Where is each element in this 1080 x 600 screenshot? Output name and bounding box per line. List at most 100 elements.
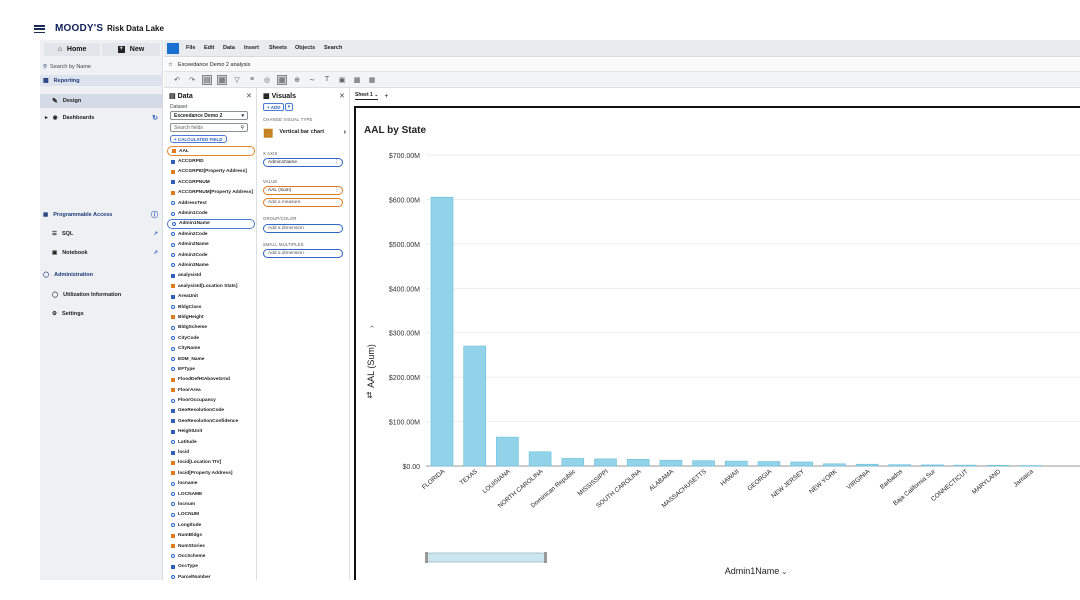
- field-item[interactable]: BldgClass: [167, 302, 255, 312]
- bar[interactable]: [986, 465, 1010, 467]
- field-item[interactable]: Admin2Name: [167, 240, 255, 250]
- field-item[interactable]: Latitude: [167, 437, 255, 447]
- bar[interactable]: [626, 459, 650, 467]
- info-icon[interactable]: ⓘ: [151, 210, 158, 220]
- field-item[interactable]: locid[Property Address]: [167, 468, 255, 478]
- search-by-name-input[interactable]: ⚲ Search by Name: [40, 61, 163, 72]
- nav-dashboards[interactable]: ▸ ◉ Dashboards ↻: [40, 112, 163, 123]
- image-icon[interactable]: ▣: [337, 75, 347, 85]
- field-item[interactable]: AreaUnit: [167, 291, 255, 301]
- field-item[interactable]: ParcelNumber: [167, 572, 255, 580]
- bar[interactable]: [724, 460, 748, 467]
- line-icon[interactable]: ∼: [307, 75, 317, 85]
- field-item[interactable]: analysisId: [167, 271, 255, 281]
- external-link-icon[interactable]: ↗: [153, 250, 158, 256]
- field-item[interactable]: ACCGRPNUM[Property Address]: [167, 188, 255, 198]
- chart-icon[interactable]: ▩: [352, 75, 362, 85]
- field-item[interactable]: GeoResolutionCode: [167, 406, 255, 416]
- bar[interactable]: [855, 463, 879, 467]
- field-item[interactable]: BldgScheme: [167, 323, 255, 333]
- field-item[interactable]: CityCode: [167, 333, 255, 343]
- field-item[interactable]: locid[Location TIV]: [167, 458, 255, 468]
- calculated-field-button[interactable]: + CALCULATED FIELD: [170, 135, 227, 143]
- field-item[interactable]: FloorOccupancy: [167, 395, 255, 405]
- field-item[interactable]: FloodDefHtAboveGrnd: [167, 375, 255, 385]
- field-item[interactable]: NumBldgs: [167, 530, 255, 540]
- nav-sql[interactable]: ☰ SQL ↗: [40, 228, 163, 239]
- bar[interactable]: [953, 464, 977, 467]
- bar[interactable]: [757, 461, 781, 467]
- field-item[interactable]: GeoResolutionConfidence: [167, 416, 255, 426]
- field-item[interactable]: FloorArea: [167, 385, 255, 395]
- field-item[interactable]: LOCNAME: [167, 489, 255, 499]
- field-item[interactable]: HeightUnit: [167, 427, 255, 437]
- tab-sheet-1[interactable]: Sheet 1 ⌄: [355, 92, 379, 100]
- nav-notebook[interactable]: ▣ Notebook ↗: [40, 247, 163, 258]
- field-item[interactable]: ACCGRPID: [167, 156, 255, 166]
- field-item[interactable]: ACCGRPNUM: [167, 177, 255, 187]
- value-well[interactable]: AAL (Sum) ⋮: [263, 186, 343, 195]
- visual-type-select[interactable]: ▩ Vertical bar chart ›: [263, 124, 346, 140]
- bar[interactable]: [1019, 465, 1042, 467]
- nav-programmable-access[interactable]: ▦ Programmable Access ⓘ: [40, 209, 163, 221]
- parameters-icon[interactable]: ≡: [247, 75, 257, 85]
- menu-file[interactable]: File: [186, 45, 195, 51]
- bar[interactable]: [463, 345, 486, 467]
- field-item[interactable]: LOCNUM: [167, 510, 255, 520]
- menu-objects[interactable]: Objects: [295, 45, 315, 51]
- bar[interactable]: [430, 196, 454, 467]
- bar[interactable]: [823, 463, 846, 467]
- field-item[interactable]: EDM_Name: [167, 354, 255, 364]
- field-item[interactable]: locname: [167, 479, 255, 489]
- menu-search[interactable]: Search: [324, 45, 342, 51]
- bar[interactable]: [594, 458, 617, 467]
- bar[interactable]: [921, 464, 944, 467]
- more-icon[interactable]: ⋮: [334, 188, 339, 193]
- field-item[interactable]: NumStories: [167, 541, 255, 551]
- field-item[interactable]: analysisId[Location Stats]: [167, 281, 255, 291]
- field-item[interactable]: Longitude: [167, 520, 255, 530]
- small-multiples-well[interactable]: Add a dimension: [263, 249, 343, 258]
- insights-icon[interactable]: ◎: [262, 75, 272, 85]
- field-item[interactable]: Admin1Name: [167, 218, 255, 230]
- search-fields-input[interactable]: Search fields ⚲: [170, 123, 248, 132]
- refresh-icon[interactable]: ↻: [152, 114, 158, 122]
- dataset-select[interactable]: Exceedance Demo 2 ▾: [170, 111, 248, 120]
- bar-chart-visual[interactable]: AAL by State $0.00 $100.00M $200.00M $300.0…: [354, 106, 1080, 580]
- external-link-icon[interactable]: ↗: [153, 231, 158, 237]
- field-item[interactable]: Admin3Name: [167, 260, 255, 270]
- x-scroll-handle-right[interactable]: [544, 552, 547, 563]
- x-scroll-thumb[interactable]: [425, 552, 547, 563]
- field-item[interactable]: ACCGRPID[Property Address]: [167, 167, 255, 177]
- field-item[interactable]: Admin2Code: [167, 229, 255, 239]
- bar[interactable]: [496, 436, 519, 467]
- field-item[interactable]: locnum: [167, 499, 255, 509]
- field-item[interactable]: Admin3Code: [167, 250, 255, 260]
- properties-icon[interactable]: ▦: [277, 74, 287, 85]
- text-icon[interactable]: T: [322, 75, 332, 85]
- table-icon[interactable]: ▦: [367, 75, 377, 85]
- y-axis-title-group[interactable]: AAL (Sum) › ⇅: [366, 325, 376, 400]
- menu-insert[interactable]: Insert: [244, 45, 259, 51]
- field-item[interactable]: locid: [167, 447, 255, 457]
- add-dropdown-icon[interactable]: ▾: [285, 103, 293, 111]
- nav-utilization[interactable]: ◯ Utilization Information: [40, 289, 163, 300]
- menu-icon[interactable]: [34, 25, 45, 34]
- group-color-well[interactable]: Add a dimension: [263, 224, 343, 233]
- menu-sheets[interactable]: Sheets: [269, 45, 287, 51]
- field-item[interactable]: OccScheme: [167, 551, 255, 561]
- add-measure-well[interactable]: Add a measure: [263, 198, 343, 207]
- add-visual-icon[interactable]: ⊕: [292, 75, 302, 85]
- more-icon[interactable]: ⋮: [334, 160, 339, 165]
- menu-data[interactable]: Data: [223, 45, 235, 51]
- visuals-panel-icon[interactable]: ▩: [217, 74, 227, 85]
- x-axis-title[interactable]: Admin1Name: [725, 566, 780, 576]
- field-item[interactable]: OccType: [167, 562, 255, 572]
- close-icon[interactable]: ✕: [339, 92, 345, 100]
- home-button[interactable]: ⌂ Home: [44, 43, 100, 56]
- nav-administration[interactable]: ◯ Administration: [40, 269, 163, 281]
- chevron-down-icon[interactable]: ⌄: [781, 567, 788, 576]
- bar[interactable]: [659, 459, 683, 467]
- new-button[interactable]: + New: [102, 43, 160, 56]
- bar[interactable]: [528, 451, 552, 467]
